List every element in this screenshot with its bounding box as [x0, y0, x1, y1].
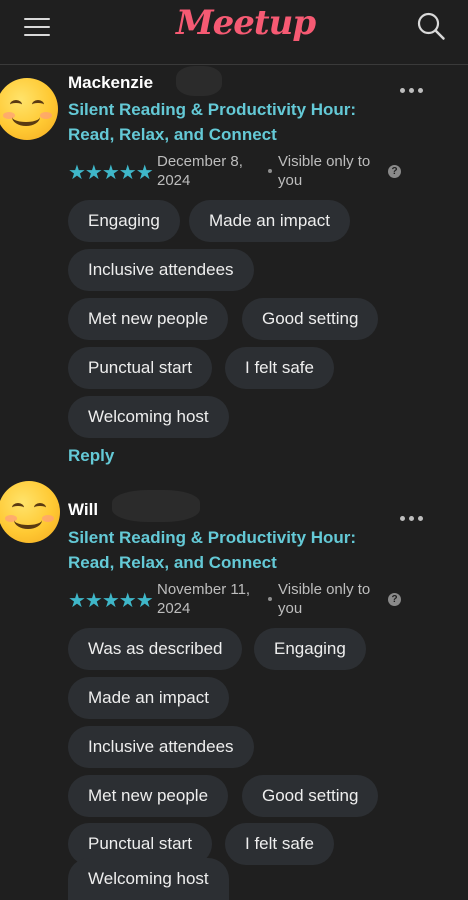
tag-chip[interactable]: Engaging: [254, 628, 366, 670]
help-icon[interactable]: ?: [388, 593, 401, 606]
event-title-link[interactable]: Silent Reading & Productivity Hour: Read…: [68, 525, 388, 575]
more-options-icon[interactable]: [400, 80, 434, 94]
search-icon[interactable]: [416, 11, 446, 41]
avatar[interactable]: [0, 78, 58, 140]
star-rating: ★★★★★: [68, 162, 154, 184]
tag-chip[interactable]: Good setting: [242, 298, 379, 340]
avatar[interactable]: [0, 481, 60, 543]
separator-dot: [268, 597, 272, 601]
tag-chip[interactable]: Met new people: [68, 775, 229, 817]
redaction-smudge: [112, 490, 200, 522]
event-title-link[interactable]: Silent Reading & Productivity Hour: Read…: [68, 97, 388, 147]
review-date: December 8, 2024: [157, 153, 243, 189]
tag-chip[interactable]: Welcoming host: [68, 858, 229, 900]
tag-chip[interactable]: Inclusive attendees: [68, 726, 254, 768]
tag-chip[interactable]: Engaging: [68, 200, 180, 242]
tag-chip[interactable]: Met new people: [68, 298, 229, 340]
redaction-smudge: [176, 66, 222, 96]
tag-chip[interactable]: Was as described: [68, 628, 243, 670]
tag-chip[interactable]: Made an impact: [189, 200, 350, 242]
tag-chip[interactable]: Good setting: [242, 775, 379, 817]
help-icon[interactable]: ?: [388, 165, 401, 178]
hamburger-menu-icon[interactable]: [24, 14, 50, 38]
visibility-note: Visible only to you: [278, 581, 371, 617]
tag-chip[interactable]: Inclusive attendees: [68, 249, 254, 291]
tag-chip[interactable]: Punctual start: [68, 347, 212, 389]
tag-chip[interactable]: I felt safe: [225, 823, 334, 865]
author-name[interactable]: Mackenzie: [68, 73, 153, 93]
separator-dot: [268, 169, 272, 173]
review-date: November 11, 2024: [157, 581, 251, 617]
visibility-note: Visible only to you: [278, 153, 371, 189]
tag-chip[interactable]: Made an impact: [68, 677, 229, 719]
star-rating: ★★★★★: [68, 590, 154, 612]
meetup-logo[interactable]: Meetup: [176, 0, 316, 48]
top-bar: Meetup: [0, 0, 468, 65]
tag-chip[interactable]: Welcoming host: [68, 396, 229, 438]
tag-chip[interactable]: I felt safe: [225, 347, 334, 389]
reply-link[interactable]: Reply: [68, 446, 114, 466]
author-name[interactable]: Will: [68, 500, 98, 520]
more-options-icon[interactable]: [400, 508, 434, 522]
